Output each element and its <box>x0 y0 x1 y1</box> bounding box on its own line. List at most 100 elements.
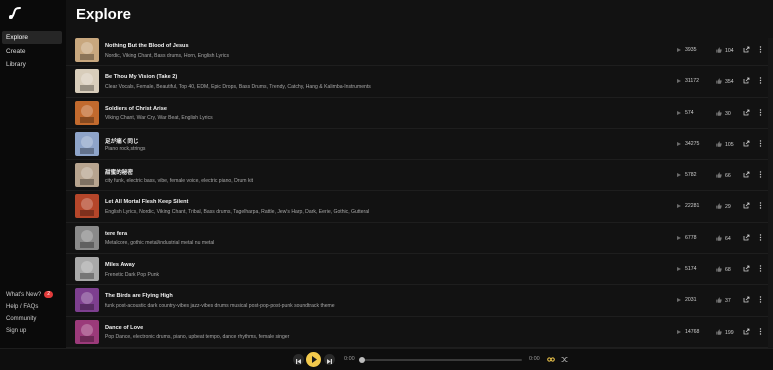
more-options-icon[interactable] <box>758 265 763 272</box>
nav-library[interactable]: Library <box>2 58 62 71</box>
share-icon[interactable] <box>743 296 750 303</box>
like-count: 29 <box>725 204 731 211</box>
track-cover-image[interactable] <box>75 100 99 125</box>
thumbs-up-icon <box>716 141 722 147</box>
share-icon[interactable] <box>743 202 750 209</box>
more-options-icon[interactable] <box>758 234 763 241</box>
like-button[interactable]: 66 <box>716 172 742 179</box>
track-row[interactable]: Be Thou My Vision (Take 2) Clear Vocals,… <box>66 66 773 98</box>
share-icon[interactable] <box>743 109 750 116</box>
track-cover-image[interactable] <box>75 225 99 250</box>
track-row[interactable]: Let All Mortal Flesh Keep Silent English… <box>66 191 773 223</box>
track-row[interactable]: 甜蜜的秘密 city funk, electric bass, vibe, fe… <box>66 160 773 192</box>
more-options-icon[interactable] <box>758 202 763 210</box>
share-icon[interactable] <box>743 77 750 84</box>
track-cover-image[interactable] <box>75 257 99 282</box>
play-count-value: 2031 <box>685 297 697 304</box>
like-count: 64 <box>725 235 731 242</box>
track-title[interactable]: The Birds are Flying High <box>105 293 173 299</box>
track-title[interactable]: Miles Away <box>105 262 135 268</box>
nav-sign-up[interactable]: Sign up <box>2 326 64 338</box>
like-count: 199 <box>725 329 734 336</box>
like-count: 68 <box>725 267 731 274</box>
main-content: Explore Nothing But the Blood of Jesus N… <box>66 0 773 348</box>
track-cover-image[interactable] <box>75 38 99 62</box>
track-row[interactable]: Soldiers of Christ Arise Viking Chant, W… <box>66 98 773 129</box>
more-options-icon[interactable] <box>758 108 763 116</box>
share-icon[interactable] <box>743 46 750 53</box>
like-button[interactable]: 104 <box>716 47 742 54</box>
nav-help-faqs[interactable]: Help / FAQs <box>2 302 64 314</box>
like-button[interactable]: 64 <box>716 235 742 242</box>
more-options-icon[interactable] <box>758 140 763 147</box>
like-button[interactable]: 105 <box>716 141 742 148</box>
like-button[interactable]: 68 <box>716 266 742 273</box>
play-count: 22281 <box>677 203 717 209</box>
progress-bar[interactable] <box>359 357 522 363</box>
track-tags: city funk, electric bass, vibe, female v… <box>105 177 254 184</box>
play-button[interactable] <box>306 352 321 367</box>
like-button[interactable]: 354 <box>716 78 742 85</box>
play-icon <box>312 356 317 363</box>
nav-explore[interactable]: Explore <box>2 31 62 44</box>
page-title: Explore <box>76 6 132 23</box>
more-options-icon[interactable] <box>758 77 763 84</box>
track-tags: funk post-acoustic dark country-vibes ja… <box>105 302 335 309</box>
like-button[interactable]: 30 <box>716 109 742 117</box>
nav-whats-new[interactable]: What's New? 2 <box>2 290 64 302</box>
more-options-icon[interactable] <box>758 171 763 178</box>
track-row[interactable]: 足が痛く同じ Piano rock,strings 34275 105 <box>66 129 773 161</box>
track-title[interactable]: tere fera <box>105 231 127 237</box>
track-cover-image[interactable] <box>75 288 99 313</box>
duration: 0:00 <box>529 356 540 362</box>
share-icon[interactable] <box>743 171 750 178</box>
current-time: 0:00 <box>344 356 355 362</box>
scrollbar[interactable] <box>768 38 773 348</box>
more-options-icon[interactable] <box>758 296 763 304</box>
track-row[interactable]: Miles Away Frenetic Dark Pop Punk 5174 6… <box>66 254 773 286</box>
loop-icon[interactable] <box>547 356 555 363</box>
track-cover-image[interactable] <box>75 69 99 94</box>
track-cover-image[interactable] <box>75 163 99 188</box>
play-count-icon <box>677 329 681 334</box>
more-options-icon[interactable] <box>758 46 763 53</box>
thumbs-up-icon <box>716 172 722 178</box>
like-button[interactable]: 199 <box>716 329 742 336</box>
track-cover-image[interactable] <box>75 319 99 344</box>
play-count: 574 <box>677 110 717 116</box>
play-count: 3935 <box>677 47 717 53</box>
like-button[interactable]: 37 <box>716 297 742 304</box>
track-title[interactable]: Nothing But the Blood of Jesus <box>105 43 189 49</box>
nav-whats-new-label: What's New? <box>6 292 42 298</box>
like-button[interactable]: 29 <box>716 203 742 210</box>
track-tags: Viking Chant, War Cry, War Beat, English… <box>105 115 213 122</box>
nav-community[interactable]: Community <box>2 314 64 326</box>
track-row[interactable]: tere fera Metalcore, gothic metal/indust… <box>66 223 773 255</box>
shuffle-icon[interactable] <box>561 356 568 363</box>
play-count-value: 31172 <box>685 78 700 85</box>
track-cover-image[interactable] <box>75 131 99 156</box>
nav-create[interactable]: Create <box>2 45 62 58</box>
share-icon[interactable] <box>743 234 750 241</box>
track-title[interactable]: Be Thou My Vision (Take 2) <box>105 74 177 80</box>
share-icon[interactable] <box>743 328 750 335</box>
share-icon[interactable] <box>743 140 750 147</box>
track-title[interactable]: Let All Mortal Flesh Keep Silent <box>105 199 188 205</box>
share-icon[interactable] <box>743 265 750 272</box>
progress-knob[interactable] <box>359 357 365 363</box>
more-options-icon[interactable] <box>758 327 763 335</box>
track-title[interactable]: Dance of Love <box>105 325 143 331</box>
app-logo-icon[interactable] <box>8 6 22 20</box>
previous-button[interactable] <box>293 354 304 365</box>
track-row[interactable]: The Birds are Flying High funk post-acou… <box>66 285 773 317</box>
track-cover-image[interactable] <box>75 194 99 219</box>
track-row[interactable]: Dance of Love Pop Dance, electronic drum… <box>66 317 773 348</box>
like-count: 37 <box>725 298 731 305</box>
play-count-value: 6778 <box>685 234 697 241</box>
next-button[interactable] <box>324 354 335 365</box>
track-row[interactable]: Nothing But the Blood of Jesus Nordic, V… <box>66 35 773 67</box>
track-title[interactable]: 甜蜜的秘密 <box>105 168 133 176</box>
notification-badge: 2 <box>44 291 54 298</box>
track-title[interactable]: 足が痛く同じ <box>105 137 139 145</box>
track-title[interactable]: Soldiers of Christ Arise <box>105 106 167 112</box>
